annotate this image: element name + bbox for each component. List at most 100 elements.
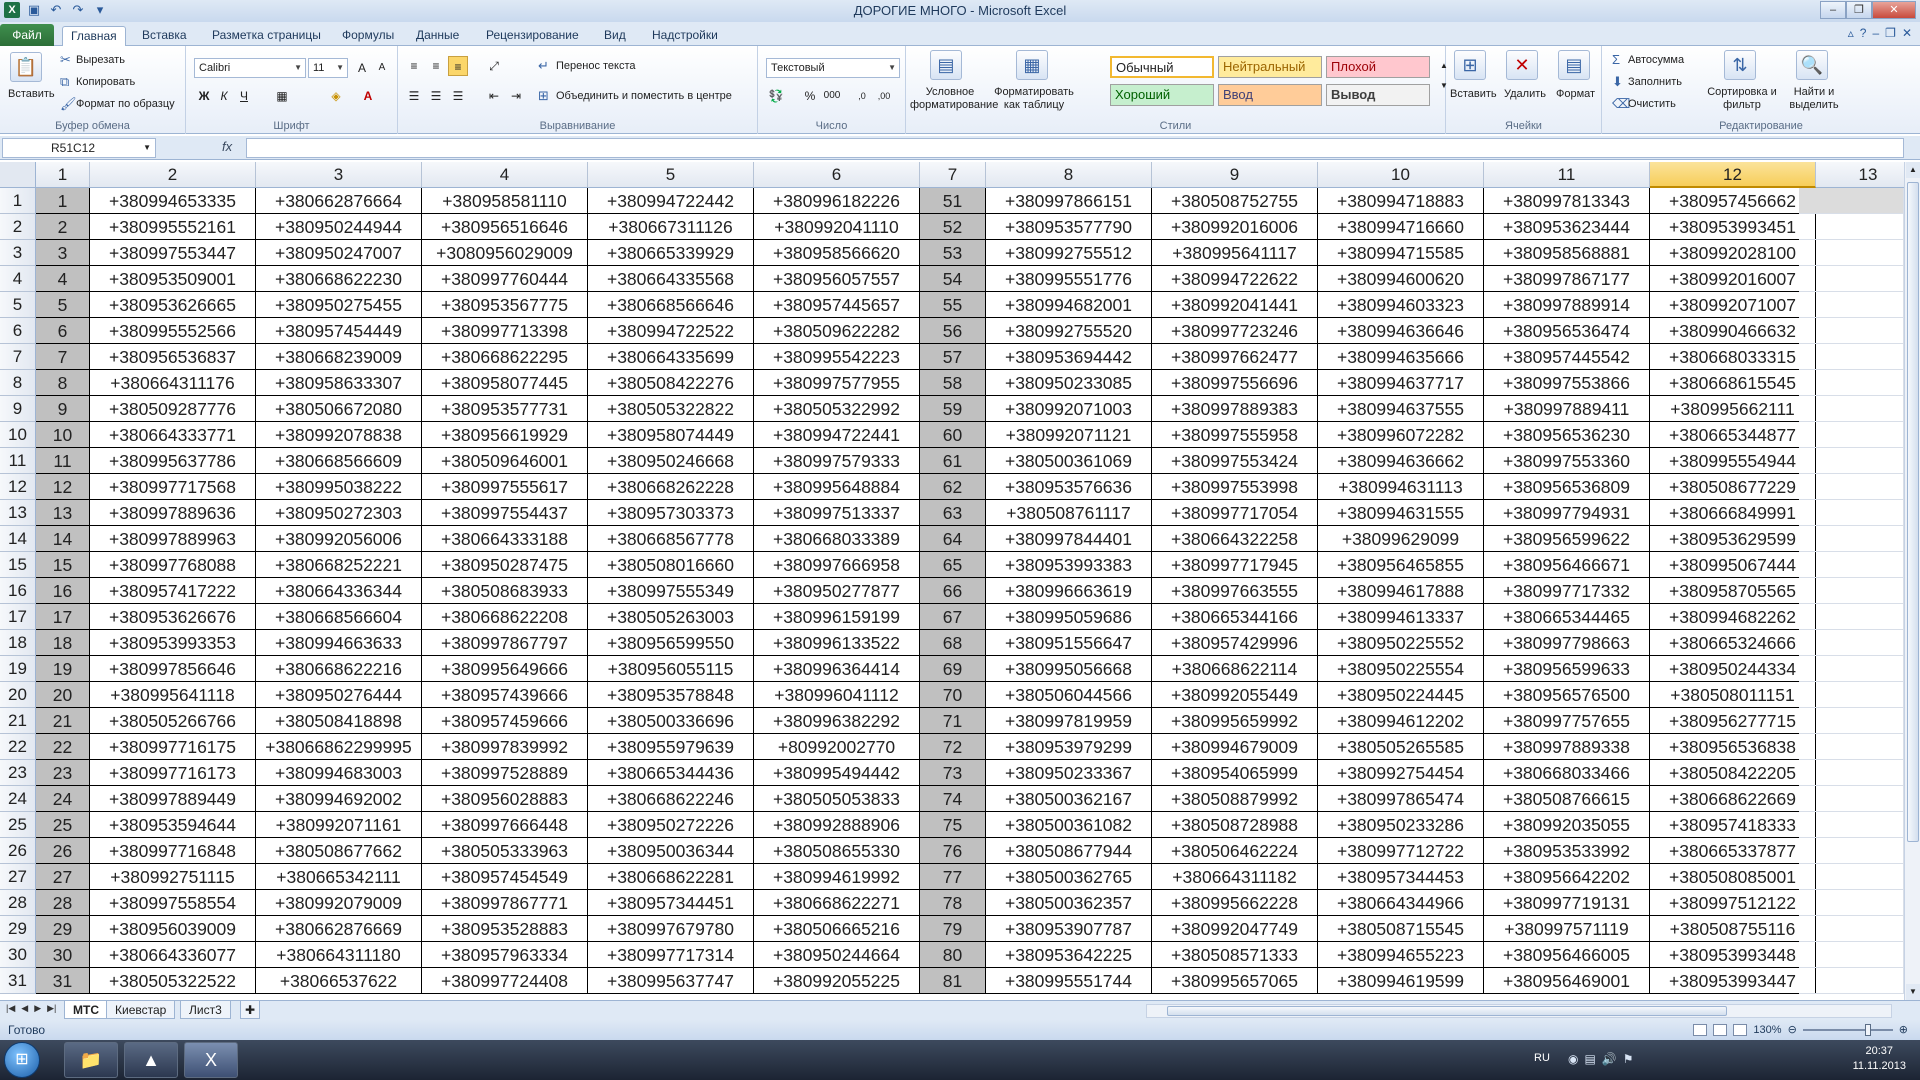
empty-cell[interactable] <box>1799 266 1904 292</box>
tab-file[interactable]: Файл <box>0 24 54 46</box>
table-cell[interactable]: +380509287776 <box>90 396 256 422</box>
insert-function-button[interactable]: fx <box>222 139 232 154</box>
table-cell[interactable]: +380668622295 <box>422 344 588 370</box>
empty-cell[interactable] <box>1799 396 1904 422</box>
table-cell[interactable]: +380955979639 <box>588 734 754 760</box>
table-cell[interactable]: 53 <box>920 240 986 266</box>
table-cell[interactable]: +380994637717 <box>1318 370 1484 396</box>
fill-color-icon[interactable]: ◈ <box>326 86 346 106</box>
row-header[interactable]: 11 <box>0 448 36 474</box>
table-cell[interactable]: +380997512122 <box>1650 890 1816 916</box>
table-cell[interactable]: +380997528889 <box>422 760 588 786</box>
table-cell[interactable]: +380992041110 <box>754 214 920 240</box>
table-cell[interactable]: +380992028100 <box>1650 240 1816 266</box>
format-painter-button[interactable]: Формат по образцу <box>76 98 175 110</box>
table-cell[interactable]: +380956536838 <box>1650 734 1816 760</box>
table-cell[interactable]: +380995637786 <box>90 448 256 474</box>
table-cell[interactable]: +380990466632 <box>1650 318 1816 344</box>
row-header[interactable]: 13 <box>0 500 36 526</box>
table-cell[interactable]: +380665324666 <box>1650 630 1816 656</box>
table-cell[interactable]: +380992047749 <box>1152 916 1318 942</box>
horizontal-scrollbar[interactable] <box>1146 1004 1892 1018</box>
table-cell[interactable]: 14 <box>36 526 90 552</box>
spreadsheet-grid[interactable]: 1 2 3 4 5 6 7 8 9 10 11 12 13 1 1 +380994653335 +380662… <box>0 162 1904 1000</box>
table-cell[interactable]: +380956536230 <box>1484 422 1650 448</box>
table-cell[interactable]: +380953629599 <box>1650 526 1816 552</box>
table-cell[interactable]: +380997712722 <box>1318 838 1484 864</box>
table-cell[interactable]: +380950244334 <box>1650 656 1816 682</box>
table-cell[interactable]: +380953577731 <box>422 396 588 422</box>
normal-view-icon[interactable] <box>1693 1023 1708 1036</box>
column-header-8[interactable]: 8 <box>986 162 1152 188</box>
table-cell[interactable]: +380953979299 <box>986 734 1152 760</box>
empty-cell[interactable] <box>1799 682 1904 708</box>
table-cell[interactable]: +380953576636 <box>986 474 1152 500</box>
table-cell[interactable]: +380992071121 <box>986 422 1152 448</box>
table-cell[interactable]: +380995659992 <box>1152 708 1318 734</box>
row-header[interactable]: 25 <box>0 812 36 838</box>
table-cell[interactable]: +380996072282 <box>1318 422 1484 448</box>
vertical-scrollbar[interactable]: ▲ ▼ <box>1904 162 1920 1000</box>
volume-icon[interactable]: 🔊 <box>1602 1052 1617 1066</box>
table-cell[interactable]: +380997794931 <box>1484 500 1650 526</box>
table-cell[interactable]: +380997513337 <box>754 500 920 526</box>
table-cell[interactable]: 79 <box>920 916 986 942</box>
column-header-10[interactable]: 10 <box>1318 162 1484 188</box>
table-cell[interactable]: +380992041441 <box>1152 292 1318 318</box>
table-cell[interactable]: 69 <box>920 656 986 682</box>
table-cell[interactable]: +380508677229 <box>1650 474 1816 500</box>
sort-filter-button[interactable]: Сортировка и фильтр <box>1706 86 1778 112</box>
table-cell[interactable]: +380997717314 <box>588 942 754 968</box>
table-cell[interactable]: 57 <box>920 344 986 370</box>
table-cell[interactable]: +380996663619 <box>986 578 1152 604</box>
table-cell[interactable]: +380994655223 <box>1318 942 1484 968</box>
delete-cells-icon[interactable]: ✕ <box>1506 50 1538 80</box>
table-cell[interactable]: +380664311176 <box>90 370 256 396</box>
table-cell[interactable]: +380950246668 <box>588 448 754 474</box>
table-cell[interactable]: +380953907787 <box>986 916 1152 942</box>
table-cell[interactable]: +380953509001 <box>90 266 256 292</box>
column-header-13[interactable]: 13 <box>1816 162 1904 188</box>
table-cell[interactable]: +380994612202 <box>1318 708 1484 734</box>
table-cell[interactable]: +380950233286 <box>1318 812 1484 838</box>
table-cell[interactable]: 5 <box>36 292 90 318</box>
scroll-up-icon[interactable]: ▲ <box>1906 162 1920 178</box>
table-cell[interactable]: +380994682262 <box>1650 604 1816 630</box>
table-cell[interactable]: +380950224445 <box>1318 682 1484 708</box>
table-cell[interactable]: +380508728988 <box>1152 812 1318 838</box>
table-cell[interactable]: 51 <box>920 188 986 214</box>
empty-cell[interactable] <box>1799 344 1904 370</box>
table-cell[interactable]: +380950244664 <box>754 942 920 968</box>
table-cell[interactable]: +380995641117 <box>1152 240 1318 266</box>
table-cell[interactable]: +380992016007 <box>1650 266 1816 292</box>
table-cell[interactable]: +380997553424 <box>1152 448 1318 474</box>
table-cell[interactable]: +380664336344 <box>256 578 422 604</box>
table-cell[interactable]: +380950233367 <box>986 760 1152 786</box>
row-header[interactable]: 2 <box>0 214 36 240</box>
table-cell[interactable]: +380950225552 <box>1318 630 1484 656</box>
table-cell[interactable]: +380996182226 <box>754 188 920 214</box>
table-cell[interactable]: 9 <box>36 396 90 422</box>
zoom-out-icon[interactable]: ⊖ <box>1788 1023 1797 1036</box>
table-cell[interactable]: +380995637747 <box>588 968 754 994</box>
table-cell[interactable]: +380994663633 <box>256 630 422 656</box>
table-cell[interactable]: 7 <box>36 344 90 370</box>
tray-icon[interactable]: ◉ <box>1568 1052 1578 1066</box>
table-cell[interactable]: +380956599550 <box>588 630 754 656</box>
table-cell[interactable]: +380995648884 <box>754 474 920 500</box>
table-cell[interactable]: 59 <box>920 396 986 422</box>
table-cell[interactable]: +380956057557 <box>754 266 920 292</box>
table-cell[interactable]: +380500336696 <box>588 708 754 734</box>
table-cell[interactable]: +380997813343 <box>1484 188 1650 214</box>
table-cell[interactable]: 62 <box>920 474 986 500</box>
table-cell[interactable]: +380508655330 <box>754 838 920 864</box>
table-cell[interactable]: +380992055449 <box>1152 682 1318 708</box>
table-cell[interactable]: +380956536474 <box>1484 318 1650 344</box>
table-cell[interactable]: +380997723246 <box>1152 318 1318 344</box>
column-header-1[interactable]: 1 <box>36 162 90 188</box>
empty-cell[interactable] <box>1799 708 1904 734</box>
empty-cell[interactable] <box>1799 656 1904 682</box>
align-right-icon[interactable]: ☰ <box>448 86 468 106</box>
scroll-down-icon[interactable]: ▼ <box>1906 984 1920 1000</box>
table-cell[interactable]: +380500362765 <box>986 864 1152 890</box>
